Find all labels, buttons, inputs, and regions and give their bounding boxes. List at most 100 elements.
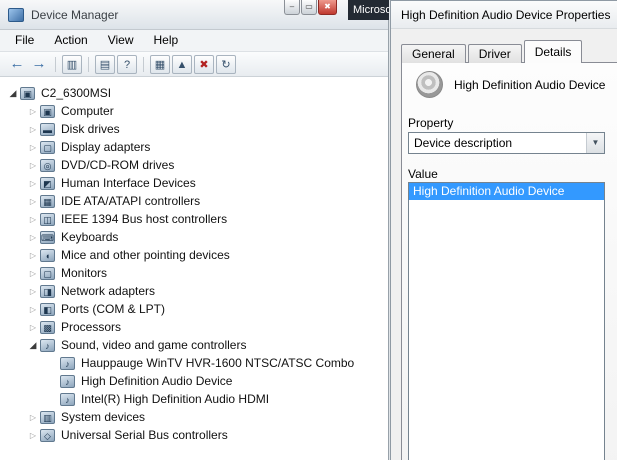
toolbar: ← → ▥ ▤? ▦ ▲ ✖ ↻ [0,52,388,77]
tree-item[interactable]: ▷ ▣ Computer [0,102,387,120]
tree-item[interactable]: ▷ ▢ Monitors [0,264,387,282]
menu-view[interactable]: View [98,31,144,50]
menu-file[interactable]: File [5,31,44,50]
tree-item-label: Mice and other pointing devices [61,248,230,262]
background-window-title[interactable]: Microsoft [348,0,389,20]
value-listbox[interactable]: High Definition Audio Device [408,182,605,460]
expand-arrow-icon[interactable]: ▷ [26,413,40,422]
processor-icon: ▩ [40,320,55,334]
expand-arrow-icon[interactable]: ▷ [26,251,40,260]
scan-hardware-changes-icon[interactable]: ↻ [216,54,236,74]
dvd-drive-icon: ◎ [40,158,55,172]
tree-item[interactable]: ♪ Intel(R) High Definition Audio HDMI [0,390,387,408]
collapse-arrow-icon[interactable]: ◢ [26,340,40,351]
minimize-button[interactable]: – [284,0,300,15]
device-manager-title: Device Manager [31,7,119,22]
expand-arrow-icon[interactable]: ▷ [26,305,40,314]
menu-help[interactable]: Help [144,31,189,50]
tree-item[interactable]: ▷ ◧ Ports (COM & LPT) [0,300,387,318]
menu-bar: File Action View Help [0,30,388,52]
tree-item[interactable]: ▷ ◇ Universal Serial Bus controllers [0,426,387,444]
expand-arrow-icon[interactable]: ▷ [26,197,40,206]
sound-controller-icon: ♪ [40,338,55,352]
tree-item[interactable]: ▷ ⌨ Keyboards [0,228,387,246]
toolbar-separator [55,56,56,72]
expand-arrow-icon[interactable]: ▷ [26,143,40,152]
chevron-down-icon[interactable]: ▼ [586,133,604,153]
export-list-icon[interactable]: ▤ [95,54,115,74]
tree-item[interactable]: ♪ Hauppauge WinTV HVR-1600 NTSC/ATSC Comb… [0,354,387,372]
toolbar-separator [143,56,144,72]
update-driver-icon[interactable]: ▲ [172,54,192,74]
forward-icon[interactable]: → [29,55,49,74]
menu-action[interactable]: Action [44,31,97,50]
collapse-arrow-icon[interactable]: ◢ [6,88,20,99]
toolbar-separator [88,56,89,72]
audio-device-icon: ♪ [60,392,75,406]
expand-arrow-icon[interactable]: ▷ [26,323,40,332]
tree-item-label: Intel(R) High Definition Audio HDMI [81,392,270,406]
back-icon[interactable]: ← [7,55,27,74]
ide-controller-icon: ▦ [40,194,55,208]
close-button[interactable]: ✖ [318,0,337,15]
tree-item[interactable]: ▷ ◎ DVD/CD-ROM drives [0,156,387,174]
expand-arrow-icon[interactable]: ▷ [26,269,40,278]
expand-arrow-icon[interactable]: ▷ [26,233,40,242]
tree-item-label: Human Interface Devices [61,176,196,190]
tree-item[interactable]: ▷ ◩ Human Interface Devices [0,174,387,192]
tree-item[interactable]: ▷ ◨ Network adapters [0,282,387,300]
value-label: Value [408,167,438,181]
computer-icon: ▣ [20,86,35,100]
properties-dialog-titlebar[interactable]: High Definition Audio Device Properties [391,1,617,29]
computer-icon: ▣ [40,104,55,118]
system-devices-icon: ▥ [40,410,55,424]
tree-item[interactable]: ▷ ▢ Display adapters [0,138,387,156]
uninstall-icon[interactable]: ✖ [194,54,214,74]
expand-arrow-icon[interactable]: ▷ [26,287,40,296]
tree-item[interactable]: ▷ ▥ System devices [0,408,387,426]
tree-item-label: System devices [61,410,146,424]
expand-arrow-icon[interactable]: ▷ [26,125,40,134]
display-adapter-icon: ▢ [40,140,55,154]
help-icon[interactable]: ? [117,54,137,74]
properties-icon[interactable]: ▦ [150,54,170,74]
monitor-icon: ▢ [40,266,55,280]
tree-item[interactable]: ▷ ◖ Mice and other pointing devices [0,246,387,264]
expand-arrow-icon[interactable]: ▷ [26,161,40,170]
expand-arrow-icon[interactable]: ▷ [26,179,40,188]
tree-item[interactable]: ▷ ▦ IDE ATA/ATAPI controllers [0,192,387,210]
speaker-icon [416,71,443,98]
hid-icon: ◩ [40,176,55,190]
maximize-button[interactable]: ▭ [301,0,317,15]
tab-details[interactable]: Details [523,40,583,63]
usb-icon: ◇ [40,428,55,442]
expand-arrow-icon[interactable]: ▷ [26,431,40,440]
keyboard-icon: ⌨ [40,230,55,244]
expand-arrow-icon[interactable]: ▷ [26,107,40,116]
tab-driver[interactable]: Driver [467,44,522,63]
device-manager-window: Device Manager – ▭ ✖ File Action View Help ← →… [0,0,389,460]
tab-general[interactable]: General [401,44,466,63]
tree-item[interactable]: ▷ ▩ Processors [0,318,387,336]
tree-item[interactable]: ▷ ▬ Disk drives [0,120,387,138]
device-manager-titlebar[interactable]: Device Manager – ▭ ✖ [0,0,388,30]
tree-item[interactable]: ♪ High Definition Audio Device [0,372,387,390]
property-dropdown[interactable]: Device description ▼ [408,132,605,154]
tree-item[interactable]: ▷ ◫ IEEE 1394 Bus host controllers [0,210,387,228]
tree-item-label: IEEE 1394 Bus host controllers [61,212,228,226]
device-manager-app-icon [8,7,24,22]
background-window-title-text: Microsoft [353,4,389,16]
properties-dialog-title: High Definition Audio Device Properties [401,7,611,22]
tree-item-label: C2_6300MSI [41,86,112,100]
ports-icon: ◧ [40,302,55,316]
expand-arrow-icon[interactable]: ▷ [26,215,40,224]
tree-item-label: Sound, video and game controllers [61,338,247,352]
tree-item-label: Network adapters [61,284,156,298]
tree-item-label: IDE ATA/ATAPI controllers [61,194,201,208]
value-list-item[interactable]: High Definition Audio Device [409,183,604,200]
console-tree-icon[interactable]: ▥ [62,54,82,74]
tree-item-label: Processors [61,320,122,334]
tree-item[interactable]: ◢ ♪ Sound, video and game controllers [0,336,387,354]
tree-item-label: Hauppauge WinTV HVR-1600 NTSC/ATSC Combo [81,356,355,370]
tree-item[interactable]: ◢ ▣ C2_6300MSI [0,84,387,102]
